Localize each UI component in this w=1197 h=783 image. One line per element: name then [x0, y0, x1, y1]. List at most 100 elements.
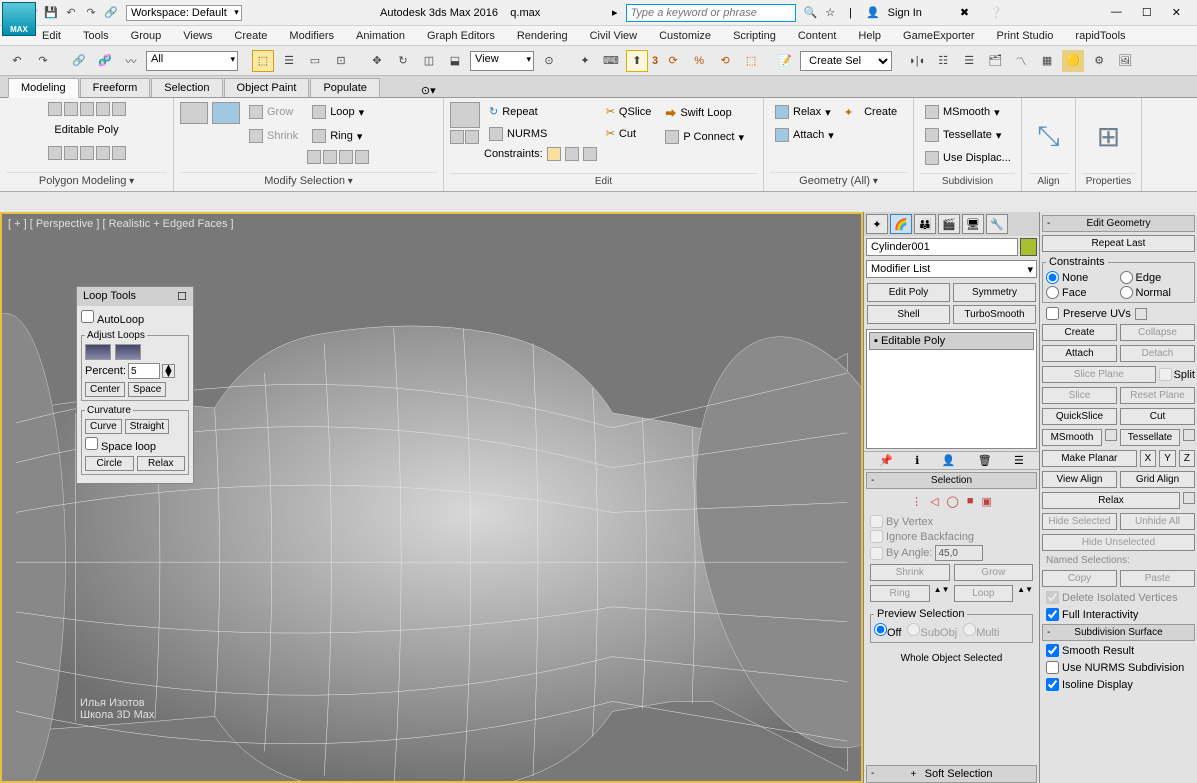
- percent-input[interactable]: [128, 363, 160, 379]
- menu-content[interactable]: Content: [798, 30, 837, 42]
- viewalign-btn[interactable]: View Align: [1042, 471, 1117, 488]
- stack-item[interactable]: ▪ Editable Poly: [869, 332, 1034, 350]
- edit-big-icon[interactable]: [450, 102, 480, 128]
- adjust-icon-1[interactable]: [85, 344, 111, 360]
- layer-explorer-btn[interactable]: 🗂: [984, 50, 1006, 72]
- adjust-icon-2[interactable]: [115, 344, 141, 360]
- loop-tools-panel[interactable]: Loop Tools☐ AutoLoop Adjust Loops Percen…: [76, 286, 194, 484]
- rect-region-btn[interactable]: ▭: [304, 50, 326, 72]
- manipulate-btn[interactable]: ✦: [574, 50, 596, 72]
- percent-spin-down[interactable]: ▼: [163, 371, 174, 377]
- redo-icon[interactable]: ↷: [84, 6, 98, 20]
- nurms-btn[interactable]: NURMS: [484, 124, 597, 144]
- gridalign-btn[interactable]: Grid Align: [1120, 471, 1195, 488]
- pivot-center-btn[interactable]: ⊙: [538, 50, 560, 72]
- cut-btn[interactable]: ✂Cut: [601, 124, 657, 143]
- motion-tab-icon[interactable]: 🎬: [938, 214, 960, 234]
- element-mode-icon[interactable]: [112, 102, 126, 116]
- menu-scripting[interactable]: Scripting: [733, 30, 776, 42]
- configure-icon[interactable]: ☰: [1014, 454, 1024, 467]
- save-icon[interactable]: 💾: [44, 6, 58, 20]
- render-frame-btn[interactable]: 🖼: [1114, 50, 1136, 72]
- grow-btn[interactable]: Grow: [244, 102, 303, 122]
- msmooth-btn[interactable]: MSmooth ▾: [920, 102, 1005, 122]
- menu-grapheditors[interactable]: Graph Editors: [427, 30, 495, 42]
- smoothres-checkbox[interactable]: [1046, 644, 1059, 657]
- relax-loop-btn[interactable]: Relax: [137, 456, 186, 471]
- edit-named-sel-btn[interactable]: 📝: [774, 50, 796, 72]
- named-sel-dropdown[interactable]: Create Selection Se: [800, 51, 892, 71]
- modsel-sub-icon-d[interactable]: [355, 150, 369, 164]
- isoline-checkbox[interactable]: [1046, 678, 1059, 691]
- material-editor-btn[interactable]: 🟡: [1062, 50, 1084, 72]
- repeatlast-btn[interactable]: Repeat Last: [1042, 235, 1195, 252]
- edge-sel-icon[interactable]: ◁: [930, 495, 938, 508]
- polygon-sel-icon[interactable]: ■: [967, 495, 974, 508]
- mirror-btn[interactable]: ◗|◖: [906, 50, 928, 72]
- curve-btn[interactable]: Curve: [85, 419, 122, 434]
- percent-snap-btn[interactable]: %: [688, 50, 710, 72]
- swiftloop-btn[interactable]: ⮕Swift Loop: [660, 102, 749, 124]
- repeat-btn[interactable]: ↻Repeat: [484, 102, 597, 121]
- menu-help[interactable]: Help: [858, 30, 881, 42]
- place-btn[interactable]: ⬓: [444, 50, 466, 72]
- relax-geom-btn[interactable]: Relax: [1042, 492, 1180, 509]
- poly-sub-icon-2[interactable]: [64, 146, 78, 160]
- spaceloop-checkbox[interactable]: [85, 437, 98, 450]
- tab-selection[interactable]: Selection: [151, 78, 222, 97]
- menu-animation[interactable]: Animation: [356, 30, 405, 42]
- help-icon[interactable]: ❔: [989, 6, 1003, 19]
- remove-mod-icon[interactable]: 🗑: [978, 454, 992, 467]
- modify-tab-icon[interactable]: 🌈: [890, 214, 912, 234]
- modsel-sub-icon-c[interactable]: [339, 150, 353, 164]
- fullint-checkbox[interactable]: [1046, 608, 1059, 621]
- snap-btn[interactable]: ⬆: [626, 50, 648, 72]
- autoloop-checkbox[interactable]: [81, 310, 94, 323]
- vertex-sel-icon[interactable]: ⋮: [911, 495, 922, 508]
- workspace-dropdown[interactable]: Workspace: Default: [126, 5, 242, 21]
- unique-icon[interactable]: 👤: [942, 454, 956, 467]
- pin-stack-icon[interactable]: 📌: [879, 454, 893, 467]
- group-modify-selection[interactable]: Modify Selection ▾: [180, 172, 437, 187]
- edge-mode-icon[interactable]: [64, 102, 78, 116]
- menu-customize[interactable]: Customize: [659, 30, 711, 42]
- signin-link[interactable]: Sign In: [888, 7, 922, 19]
- tessellate-btn[interactable]: Tessellate ▾: [920, 125, 1006, 145]
- display-tab-icon[interactable]: 🖥: [962, 214, 984, 234]
- align-btn[interactable]: ☷: [932, 50, 954, 72]
- editpoly-mod-btn[interactable]: Edit Poly: [867, 283, 950, 302]
- curve-editor-btn[interactable]: 〽: [1010, 50, 1032, 72]
- link-btn[interactable]: 🔗: [68, 50, 90, 72]
- menu-edit[interactable]: Edit: [42, 30, 61, 42]
- select-btn[interactable]: ⬚: [252, 50, 274, 72]
- loop-btn[interactable]: Loop ▾: [307, 102, 369, 122]
- symmetry-mod-btn[interactable]: Symmetry: [953, 283, 1036, 302]
- undo-icon[interactable]: ↶: [64, 6, 78, 20]
- create-tab-icon[interactable]: ✦: [866, 214, 888, 234]
- planar-z-btn[interactable]: Z: [1179, 450, 1195, 467]
- link-icon[interactable]: 🔗: [104, 6, 118, 20]
- usedisp-btn[interactable]: Use Displac...: [920, 148, 1016, 168]
- selection-filter[interactable]: All: [146, 51, 238, 71]
- msmooth-settings-icon[interactable]: [1105, 429, 1117, 441]
- constraint-edge-radio[interactable]: [1120, 271, 1133, 284]
- properties-icon[interactable]: ⊞: [1097, 120, 1120, 153]
- planar-x-btn[interactable]: X: [1140, 450, 1157, 467]
- pconnect-btn[interactable]: P Connect ▾: [660, 127, 749, 147]
- group-properties[interactable]: Properties: [1082, 173, 1135, 187]
- tessellate-geom-btn[interactable]: Tessellate: [1120, 429, 1180, 446]
- constraint-face-icon[interactable]: [583, 147, 597, 161]
- planar-y-btn[interactable]: Y: [1159, 450, 1176, 467]
- search-arrow-icon[interactable]: ▸: [612, 6, 618, 19]
- rotate-btn[interactable]: ↻: [392, 50, 414, 72]
- menu-views[interactable]: Views: [183, 30, 212, 42]
- scale-btn[interactable]: ◫: [418, 50, 440, 72]
- group-geometry[interactable]: Geometry (All) ▾: [770, 172, 907, 187]
- menu-tools[interactable]: Tools: [83, 30, 109, 42]
- object-color-swatch[interactable]: [1020, 238, 1037, 256]
- constraint-none-radio[interactable]: [1046, 271, 1059, 284]
- schematic-btn[interactable]: ▦: [1036, 50, 1058, 72]
- hierarchy-tab-icon[interactable]: 👪: [914, 214, 936, 234]
- close-icon[interactable]: ✕: [1172, 6, 1181, 19]
- preserveuv-settings-icon[interactable]: [1135, 308, 1147, 320]
